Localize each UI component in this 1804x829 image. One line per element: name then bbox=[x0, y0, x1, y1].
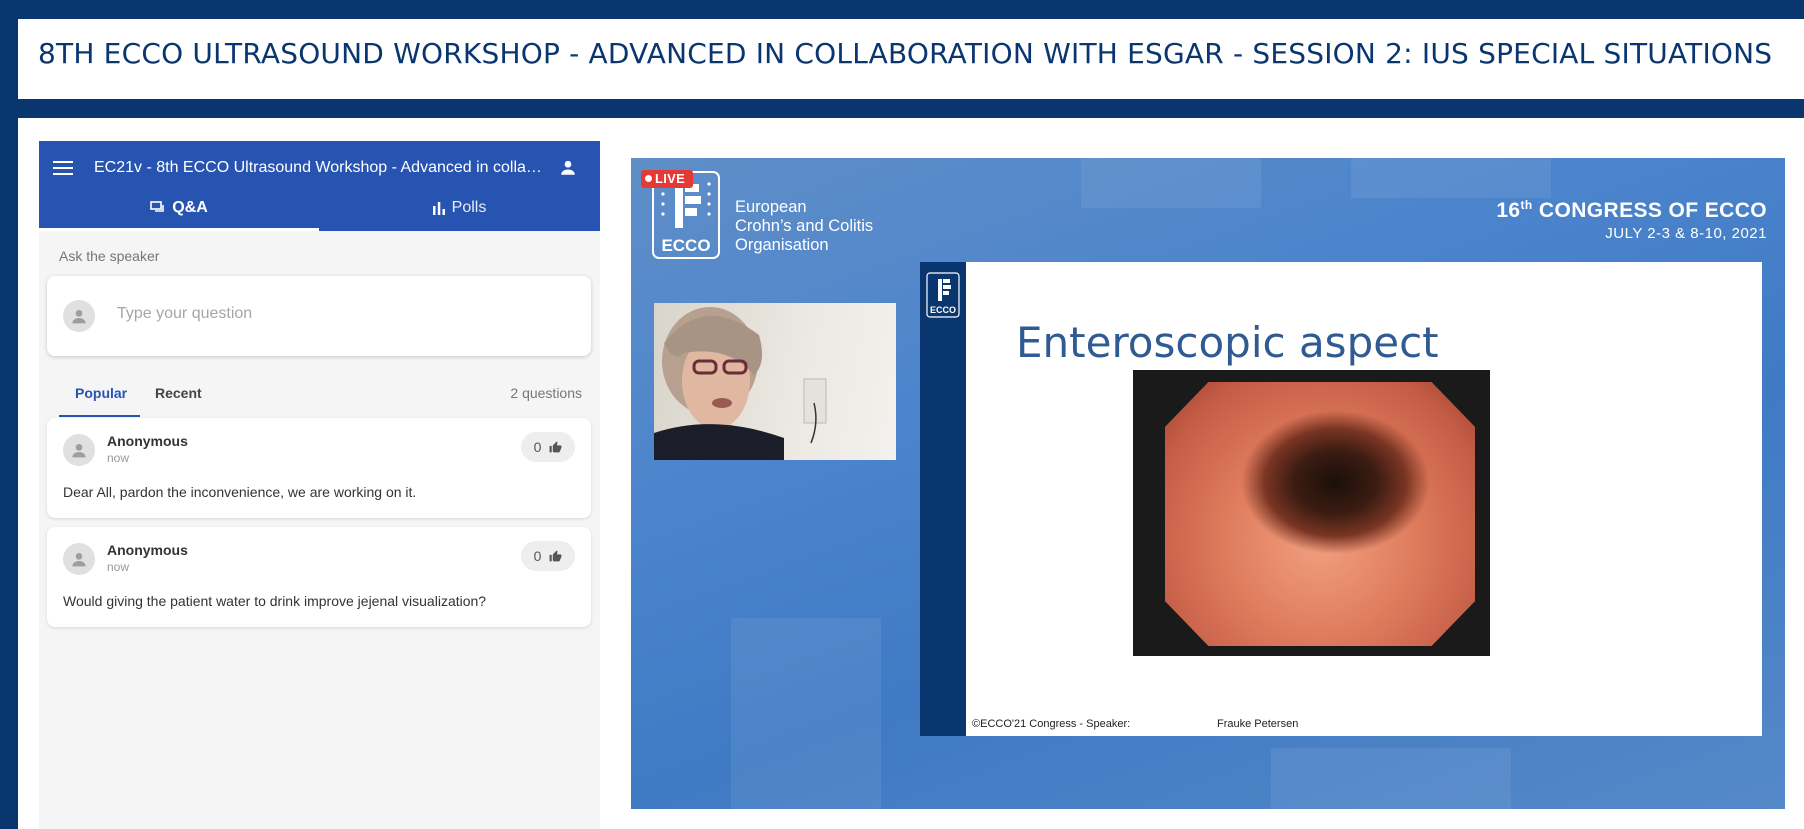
presentation-slide: ECCO Enteroscopic aspect ©ECCO'21 Congre… bbox=[920, 262, 1762, 736]
slide-sidebar: ECCO bbox=[920, 262, 966, 736]
vote-count: 0 bbox=[533, 548, 542, 564]
panel-header: EC21v - 8th ECCO Ultrasound Workshop - A… bbox=[39, 141, 600, 231]
question-text: Would giving the patient water to drink … bbox=[63, 593, 487, 609]
person-icon bbox=[72, 444, 86, 458]
user-icon[interactable] bbox=[559, 159, 577, 177]
tab-polls[interactable]: Polls bbox=[319, 193, 599, 231]
org-name-line: European bbox=[735, 198, 807, 216]
live-label: LIVE bbox=[655, 171, 686, 186]
organisation-name: European Crohn’s and Colitis Organisatio… bbox=[735, 198, 873, 255]
congress-title: 16th CONGRESS OF ECCO bbox=[1496, 198, 1767, 223]
question-input[interactable] bbox=[115, 304, 579, 324]
speaker-webcam bbox=[654, 303, 896, 460]
background-tile bbox=[1081, 158, 1261, 208]
event-title: EC21v - 8th ECCO Ultrasound Workshop - A… bbox=[94, 159, 544, 176]
question-time: now bbox=[107, 451, 130, 465]
hamburger-menu-icon[interactable] bbox=[53, 161, 73, 177]
sort-active-indicator bbox=[59, 415, 140, 417]
slide-footer: ©ECCO'21 Congress - Speaker: Frauke Pete… bbox=[972, 718, 1298, 730]
speaker-name: Frauke Petersen bbox=[1217, 718, 1299, 730]
live-dot-icon bbox=[645, 175, 652, 182]
question-count: 2 questions bbox=[510, 385, 582, 401]
main-content: EC21v - 8th ECCO Ultrasound Workshop - A… bbox=[18, 118, 1804, 829]
congress-dates: JULY 2-3 & 8-10, 2021 bbox=[1605, 225, 1767, 242]
question-text: Dear All, pardon the inconvenience, we a… bbox=[63, 484, 417, 500]
qa-panel: EC21v - 8th ECCO Ultrasound Workshop - A… bbox=[39, 141, 600, 829]
ecco-logo: ECCO bbox=[926, 272, 960, 318]
sort-tab-recent[interactable]: Recent bbox=[155, 385, 202, 401]
ecco-logo-text: ECCO bbox=[661, 236, 710, 255]
endoscopy-image bbox=[1133, 370, 1490, 656]
ask-speaker-label: Ask the speaker bbox=[59, 248, 160, 264]
question-card: Anonymous now 0 Would giving the patient… bbox=[47, 527, 591, 627]
question-author: Anonymous bbox=[107, 542, 188, 558]
tab-qa[interactable]: Q&A bbox=[39, 193, 319, 231]
congress-name: CONGRESS OF ECCO bbox=[1538, 199, 1767, 222]
slide-title: Enteroscopic aspect bbox=[1016, 318, 1439, 367]
background-tile bbox=[731, 618, 881, 809]
avatar bbox=[63, 300, 95, 332]
live-badge: LIVE bbox=[641, 170, 693, 188]
bar-chart-icon bbox=[432, 201, 445, 215]
vote-count: 0 bbox=[533, 439, 542, 455]
question-author: Anonymous bbox=[107, 433, 188, 449]
chat-bubbles-icon bbox=[150, 200, 165, 212]
upvote-button[interactable]: 0 bbox=[521, 432, 575, 462]
congress-number: 16 bbox=[1496, 199, 1521, 222]
page-title: 8TH ECCO ULTRASOUND WORKSHOP - ADVANCED … bbox=[38, 37, 1773, 70]
speaker-video-image bbox=[654, 307, 827, 460]
person-icon bbox=[72, 310, 86, 324]
slide-logo-text: ECCO bbox=[930, 305, 956, 315]
background-tile bbox=[1351, 158, 1551, 198]
video-player[interactable]: ECCO LIVE European Crohn’s and Colitis O… bbox=[631, 158, 1785, 809]
person-icon bbox=[72, 553, 86, 567]
avatar bbox=[63, 543, 95, 575]
congress-suffix: th bbox=[1520, 198, 1533, 212]
ask-question-card bbox=[47, 276, 591, 356]
upvote-button[interactable]: 0 bbox=[521, 541, 575, 571]
endoscopy-photo bbox=[1165, 382, 1475, 646]
tab-polls-label: Polls bbox=[451, 199, 487, 216]
question-time: now bbox=[107, 560, 130, 574]
background-tile bbox=[1271, 748, 1511, 809]
org-name-line: Crohn’s and Colitis bbox=[735, 217, 874, 235]
thumbs-up-icon bbox=[549, 441, 562, 453]
avatar bbox=[63, 434, 95, 466]
org-name-line: Organisation bbox=[735, 236, 829, 254]
slide-footer-left: ©ECCO'21 Congress - Speaker: bbox=[972, 718, 1131, 730]
tab-qa-label: Q&A bbox=[172, 199, 208, 216]
thumbs-up-icon bbox=[549, 550, 562, 562]
sort-tab-popular[interactable]: Popular bbox=[75, 385, 127, 401]
page-header: 8TH ECCO ULTRASOUND WORKSHOP - ADVANCED … bbox=[18, 19, 1804, 99]
question-card: Anonymous now 0 Dear All, pardon the inc… bbox=[47, 418, 591, 518]
tab-active-indicator bbox=[39, 228, 319, 231]
congress-banner: 16th CONGRESS OF ECCO JULY 2-3 & 8-10, 2… bbox=[1496, 198, 1767, 242]
